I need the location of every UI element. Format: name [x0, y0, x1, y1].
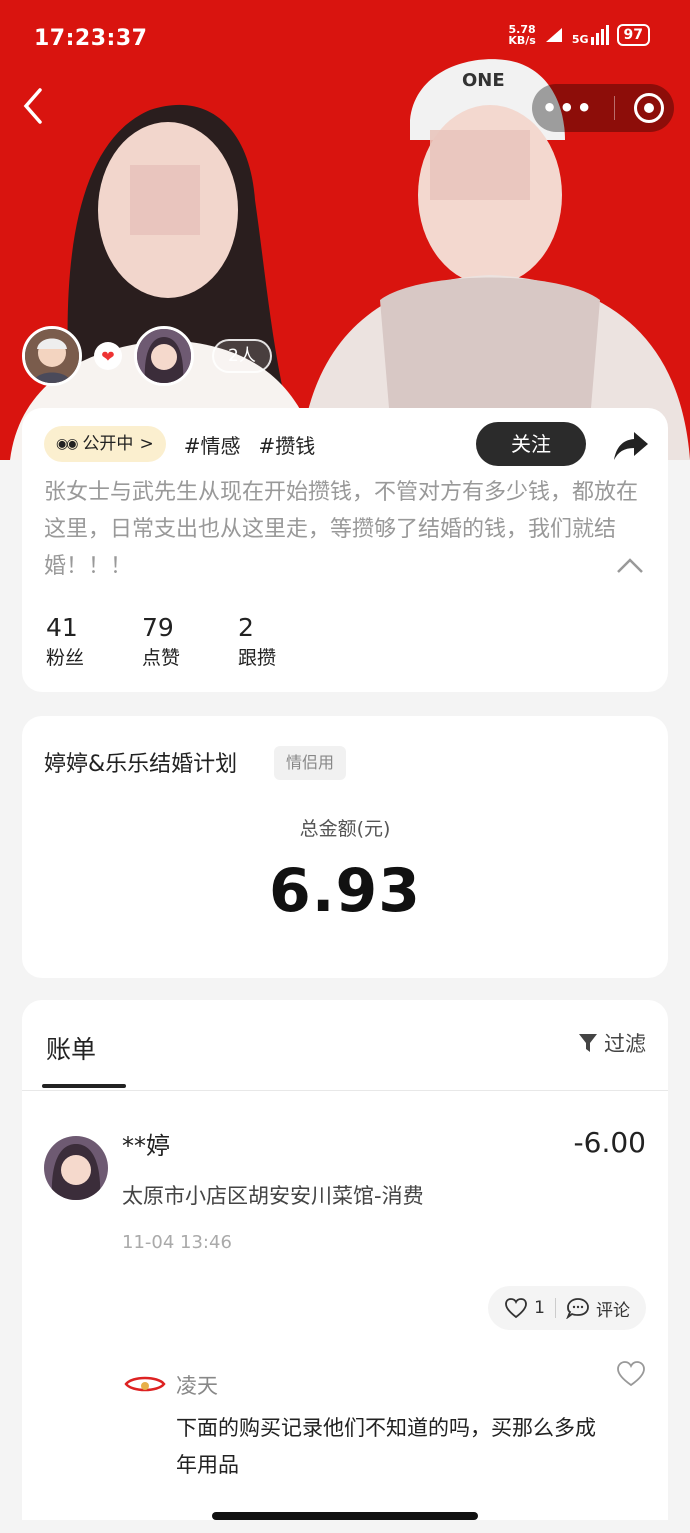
info-card: ◉◉ 公开中 > #情感 #攒钱 关注 张女士与武先生从现在开始攒钱，不管对方有… — [22, 408, 668, 692]
plan-card[interactable]: 婷婷&乐乐结婚计划 情侣用 总金额(元) 6.93 — [22, 716, 668, 978]
home-indicator[interactable] — [212, 1512, 478, 1520]
plan-title: 婷婷&乐乐结婚计划 — [44, 752, 238, 777]
mute-icon — [545, 28, 562, 42]
status-icons: 5.78 KB/s 5G 97 — [508, 24, 650, 46]
entry-avatar[interactable] — [44, 1136, 108, 1200]
like-button[interactable]: 1 — [504, 1297, 545, 1319]
target-icon — [644, 103, 655, 113]
avatar-man-image — [25, 329, 79, 383]
total-label: 总金额(元) — [299, 818, 391, 840]
entry-amount: -6.00 — [573, 1126, 646, 1159]
actions-divider — [555, 1298, 556, 1318]
entry-description: 太原市小店区胡安安川菜馆-消费 — [122, 1184, 424, 1208]
visibility-pill[interactable]: ◉◉ 公开中 > — [44, 426, 166, 462]
avatar-woman-image — [137, 329, 191, 383]
member-count[interactable]: 2人 — [212, 339, 272, 373]
heart-outline-icon — [505, 1298, 528, 1319]
avatar-man[interactable] — [22, 326, 82, 386]
tab-indicator — [42, 1084, 126, 1088]
comment-icon — [566, 1298, 589, 1319]
member-avatars[interactable]: ❤ 2人 — [22, 326, 272, 386]
filter-button[interactable]: 过滤 — [578, 1028, 646, 1058]
svg-text:ONE: ONE — [462, 70, 505, 91]
eyes-icon: ◉◉ — [56, 436, 78, 452]
tab-bill[interactable]: 账单 — [46, 1030, 96, 1066]
heart-icon: ❤ — [94, 342, 122, 370]
net-speed: 5.78 KB/s — [508, 23, 536, 47]
divider — [22, 1090, 668, 1091]
more-options-button[interactable]: ••• — [542, 94, 594, 122]
couple-photo: ONE — [10, 59, 690, 460]
plan-description: 张女士与武先生从现在开始攒钱，不管对方有多少钱，都放在这里，日常支出也从这里走，… — [44, 480, 639, 579]
chevron-left-icon — [23, 88, 42, 124]
comment-button[interactable]: 评论 — [566, 1296, 630, 1321]
miniprogram-capsule: ••• — [532, 84, 674, 132]
commenter-avatar[interactable] — [122, 1370, 168, 1400]
status-time: 17:23:37 — [34, 26, 148, 51]
bill-card: 账单 过滤 **婷 -6.00 太原市小店区胡安安川菜馆-消费 11-04 13… — [22, 1000, 668, 1520]
chevron-right-icon: > — [139, 434, 154, 454]
chevron-up-icon[interactable] — [614, 554, 646, 578]
follow-button[interactable]: 关注 — [476, 422, 586, 466]
capsule-divider — [613, 96, 615, 120]
entry-actions: 1 评论 — [488, 1286, 646, 1330]
comment-like-icon[interactable] — [616, 1360, 646, 1388]
signal-icon: 5G — [572, 25, 609, 45]
close-miniprogram-button[interactable] — [634, 93, 665, 123]
entry-user-name: **婷 — [122, 1132, 170, 1160]
hashtag-saving[interactable]: #攒钱 — [258, 430, 315, 459]
plan-type-badge: 情侣用 — [274, 746, 347, 780]
stat-fans[interactable]: 41 粉丝 — [46, 612, 142, 672]
hashtag-emotion[interactable]: #情感 — [184, 430, 241, 459]
entry-avatar-image — [44, 1136, 108, 1200]
commenter-name[interactable]: 凌天 — [176, 1370, 218, 1400]
avatar-woman[interactable] — [134, 326, 194, 386]
stat-followers-saving[interactable]: 2 跟攒 — [238, 612, 334, 672]
cover-photo: ONE 17:23:37 5.78 KB/s 5G 97 ••• ❤ 2人 — [0, 0, 690, 460]
comment-text: 下面的购买记录他们不知道的吗，买那么多成年用品 — [176, 1416, 596, 1477]
stat-likes[interactable]: 79 点赞 — [142, 612, 238, 672]
back-button[interactable] — [20, 86, 54, 130]
tag-row: ◉◉ 公开中 > #情感 #攒钱 — [44, 426, 315, 462]
total-amount: 6.93 — [268, 856, 422, 926]
entry-time: 11-04 13:46 — [122, 1232, 232, 1253]
battery-indicator: 97 — [616, 24, 650, 46]
stats-row: 41 粉丝 79 点赞 2 跟攒 — [46, 612, 334, 672]
filter-icon — [579, 1034, 597, 1052]
share-icon[interactable] — [612, 428, 650, 462]
